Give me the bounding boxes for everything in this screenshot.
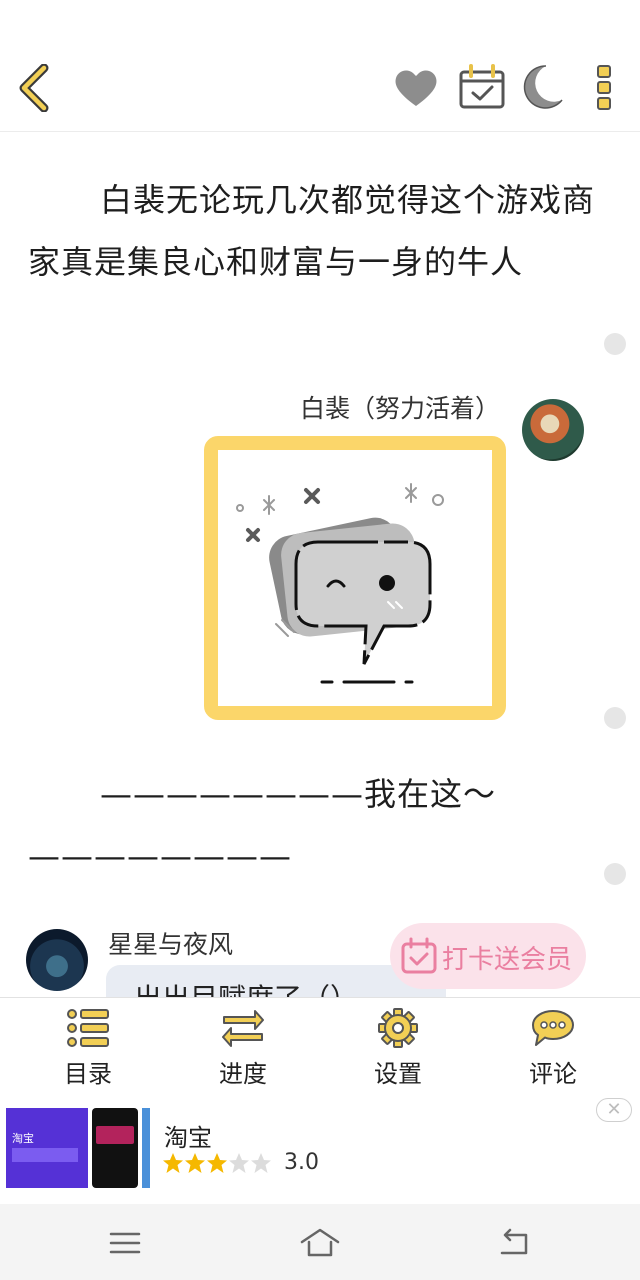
ad-thumbnail-banner (12, 1148, 78, 1162)
ad-title: 淘宝 (164, 1124, 212, 1152)
author-name: 白裴（努力活着） (299, 394, 500, 423)
chapter-content[interactable]: 白裴无论玩几次都觉得这个游戏商家真是集良心和财富与一身的牛人 白裴（努力活着） (0, 133, 640, 997)
home-icon[interactable] (300, 1226, 340, 1260)
nav-item-progress[interactable]: 进度 (178, 998, 308, 1090)
star-icon (251, 1153, 271, 1173)
ad-banner[interactable]: 淘宝 广告 淘宝 3.0 ✕ (0, 1090, 640, 1207)
reader-toolbar (0, 0, 640, 132)
ad-close-button[interactable]: ✕ (596, 1098, 632, 1122)
back-icon[interactable] (494, 1226, 534, 1260)
ad-rating: 3.0 (284, 1150, 319, 1175)
paragraph-comment-dot[interactable] (604, 863, 626, 885)
system-navigation-bar (0, 1204, 640, 1280)
nav-item-comments[interactable]: 评论 (488, 998, 618, 1090)
paragraph-comment-dot[interactable] (604, 707, 626, 729)
calendar-check-icon[interactable] (458, 64, 506, 110)
gear-icon (378, 1008, 418, 1048)
star-icon (185, 1153, 205, 1173)
nav-label: 设置 (374, 1060, 422, 1088)
star-icon (207, 1153, 227, 1173)
nav-label: 目录 (64, 1060, 112, 1088)
ad-thumbnail (92, 1108, 138, 1188)
progress-arrows-icon (222, 1010, 264, 1047)
comment-icon (532, 1010, 574, 1046)
moon-icon[interactable] (520, 64, 564, 110)
list-icon (67, 1009, 109, 1047)
nav-item-catalog[interactable]: 目录 (23, 998, 153, 1090)
chapter-paragraph: ————————我在这～———————— (28, 775, 497, 875)
nav-label: 进度 (219, 1060, 267, 1088)
ad-thumbnail-text: 淘宝 (12, 1132, 34, 1145)
winking-chat-bubble-sticker (236, 483, 444, 684)
star-icon (163, 1153, 183, 1173)
commenter-avatar[interactable] (26, 929, 88, 991)
author-avatar[interactable] (522, 399, 584, 461)
checkin-label: 打卡送会员 (442, 945, 573, 975)
nav-item-settings[interactable]: 设置 (333, 998, 463, 1090)
commenter-name: 星星与夜风 (108, 930, 234, 959)
checkin-button[interactable]: 打卡送会员 (390, 923, 586, 989)
menu-icon[interactable] (105, 1226, 145, 1260)
nav-label: 评论 (529, 1060, 577, 1088)
chevron-left-icon[interactable] (14, 64, 54, 112)
comment-text: 出出目赋度了（） (134, 977, 358, 997)
star-icon (229, 1153, 249, 1173)
chapter-paragraph: 白裴无论玩几次都觉得这个游戏商家真是集良心和财富与一身的牛人 (28, 181, 596, 281)
reader-bottom-nav: 目录 进度 设置 评论 (0, 997, 640, 1089)
more-vertical-icon[interactable] (594, 64, 614, 112)
ad-accent-bar (142, 1108, 150, 1188)
ad-thumbnail-banner (96, 1126, 134, 1144)
heart-icon[interactable] (394, 68, 438, 108)
ad-thumbnail: 淘宝 广告 (6, 1108, 88, 1207)
sticker-image[interactable] (204, 436, 506, 720)
paragraph-comment-dot[interactable] (604, 333, 626, 355)
calendar-check-icon (401, 937, 437, 974)
